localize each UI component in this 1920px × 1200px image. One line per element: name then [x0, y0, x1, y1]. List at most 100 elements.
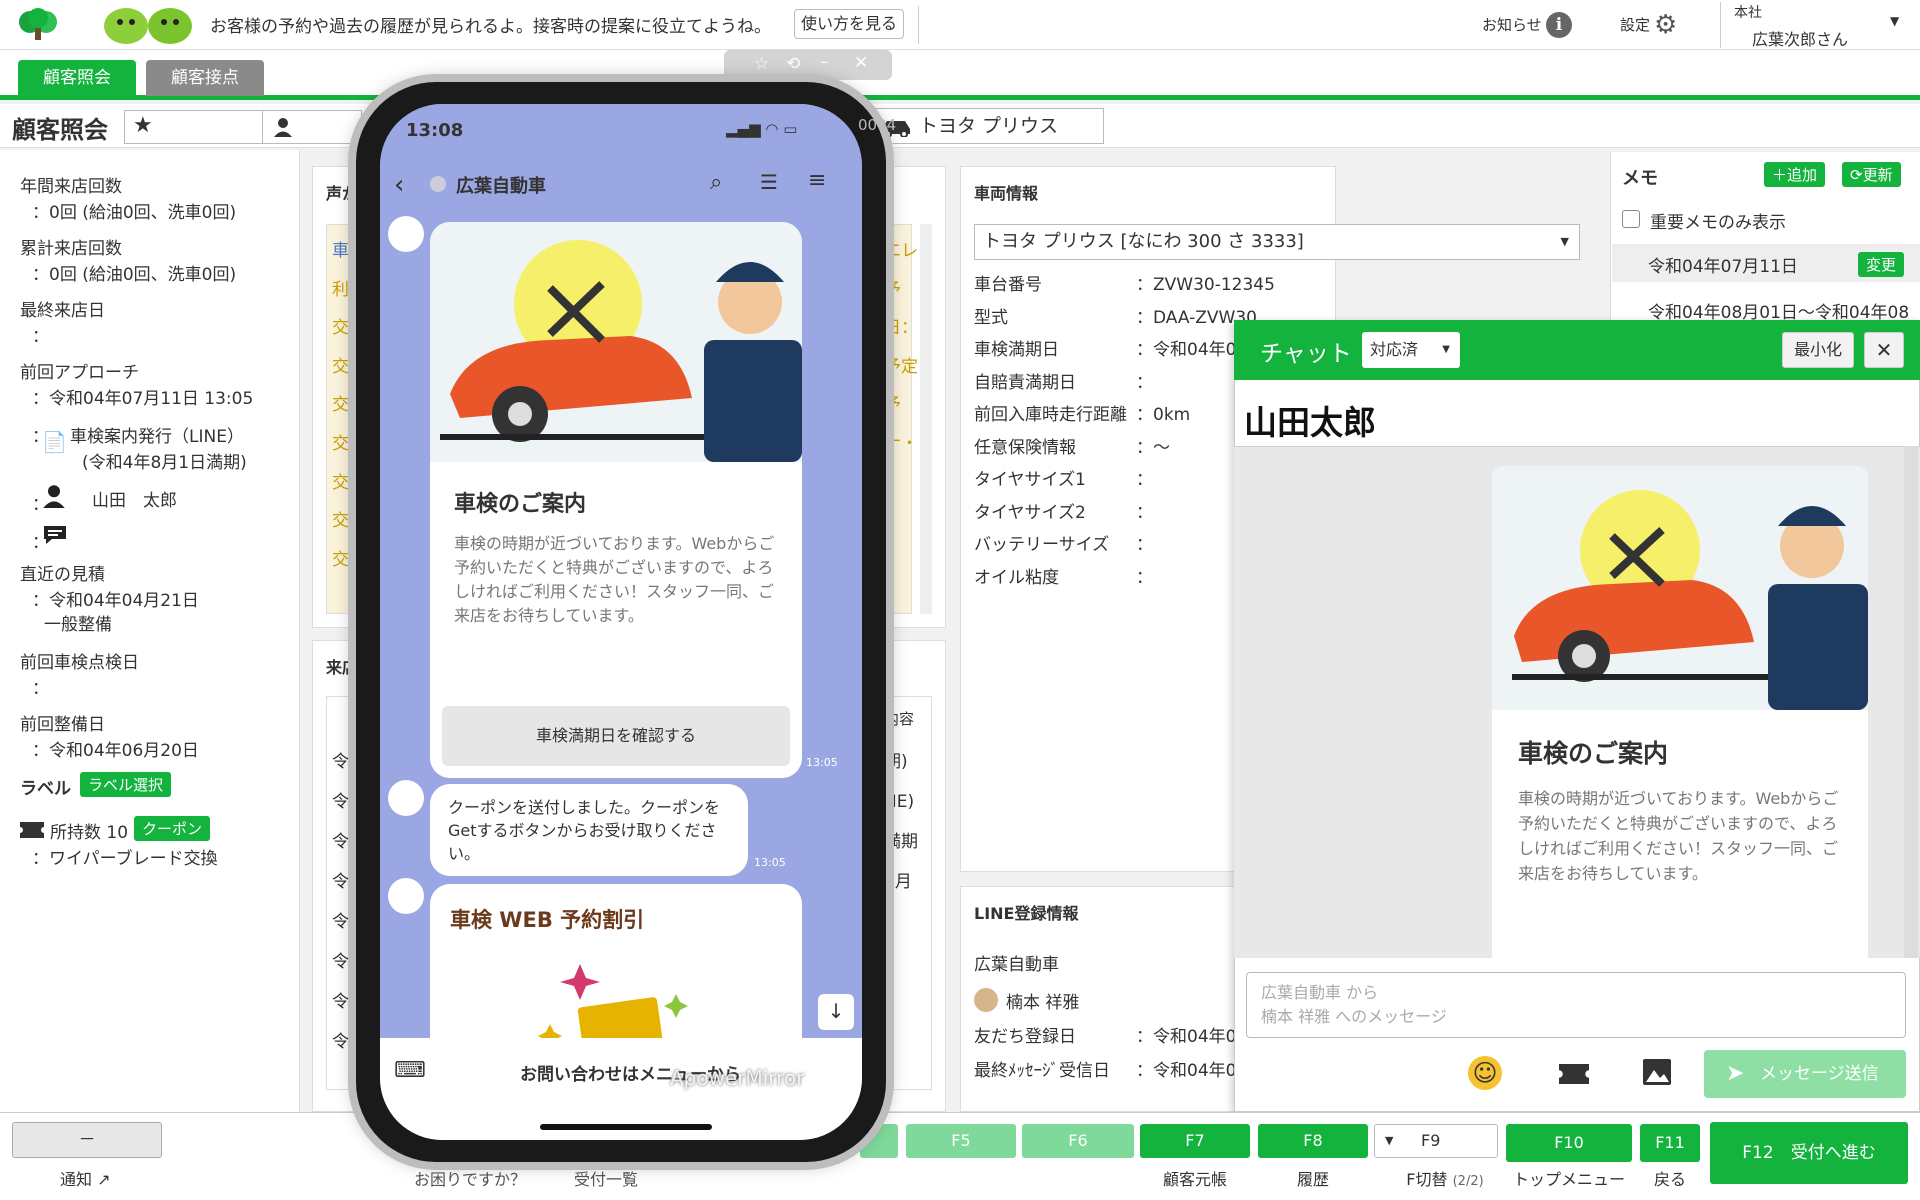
menu-icon[interactable]: ≡ [808, 168, 826, 193]
estimate-type: 一般整備 [44, 615, 112, 635]
minimize-button[interactable]: 最小化 [1782, 332, 1854, 368]
send-icon: ➤ [1726, 1061, 1745, 1086]
message-input[interactable]: 広葉自動車 から 楠本 祥雅 へのメッセージ [1246, 972, 1906, 1038]
f10-key[interactable]: F10 [1506, 1124, 1632, 1162]
car-selector[interactable]: トヨタ プリウス [868, 108, 1104, 144]
tab-customer-inquiry[interactable]: 顧客照会 [18, 60, 136, 96]
last-visit-label: 最終来店日 [20, 301, 105, 321]
cell: 予定 [884, 356, 918, 377]
collapse-button[interactable]: － [12, 1122, 162, 1158]
table-row[interactable]: 令 [332, 942, 349, 982]
table-row[interactable]: 令 [332, 742, 349, 782]
user-name[interactable]: 広葉次郎さん [1752, 26, 1848, 50]
gear-icon[interactable]: ⚙ [1654, 12, 1677, 38]
favorite-box[interactable]: ★ [124, 110, 264, 144]
pin-icon[interactable]: ☆ [754, 54, 769, 74]
close-button[interactable]: ✕ [1864, 332, 1904, 368]
table-row[interactable]: 令 [332, 982, 349, 1022]
vehicle-select[interactable]: トヨタ プリウス [なにわ 300 さ 3333] ▼ [974, 224, 1580, 260]
external-link-icon: ↗ [97, 1170, 111, 1189]
f6-key[interactable]: F6 [1022, 1124, 1134, 1158]
coupon-message: クーポンを送付しました。クーポンをGetするボタンからお受け取りください。 [430, 784, 748, 876]
refresh-label: 更新 [1862, 166, 1893, 184]
chevron-down-icon: ▼ [1442, 344, 1450, 355]
status-select[interactable]: 対応済 ▼ [1362, 332, 1460, 368]
important-label: 重要メモのみ表示 [1650, 213, 1786, 233]
keyboard-icon[interactable]: ⌨ [394, 1058, 426, 1083]
help-link[interactable]: お困りですか？ [414, 1166, 526, 1190]
customer-box[interactable] [262, 110, 362, 144]
important-checkbox[interactable] [1622, 210, 1640, 228]
reception-list-link[interactable]: 受付一覧 [574, 1166, 638, 1190]
table-row[interactable]: 令 [332, 902, 349, 942]
minimize-icon[interactable]: – [820, 52, 829, 72]
line-staff: 楠本 祥雅 [1006, 993, 1080, 1013]
placeholder-line: 楠本 祥雅 へのメッセージ [1261, 1007, 1447, 1026]
status-value: 対応済 [1370, 340, 1419, 359]
cell: 交 [332, 356, 349, 377]
f12-key[interactable]: F12 受付へ進む [1710, 1122, 1908, 1184]
check-expiry-button[interactable]: 車検満期日を確認する [442, 706, 790, 766]
search-icon[interactable]: ⌕ [710, 170, 722, 195]
chat-title: チャット [1260, 341, 1352, 367]
phone-card[interactable]: 車検のご案内 車検の時期が近づいております。Webからご予約いただくと特典がござ… [430, 222, 802, 778]
f8-key[interactable]: F8 [1258, 1124, 1368, 1158]
phone-card-body: 車検の時期が近づいております。Webからご予約いただくと特典がございますので、よ… [454, 534, 775, 625]
tab-customer-contact[interactable]: 顧客接点 [146, 60, 264, 96]
chevron-down-icon[interactable]: ▼ [1890, 14, 1899, 28]
scroll-down-icon[interactable]: ↓ [818, 994, 854, 1030]
chat-card-body: 車検の時期が近づいております。Webからご予約いただくと特典がございますので、よ… [1518, 789, 1839, 883]
info-icon[interactable]: i [1546, 12, 1572, 38]
coupon-icon[interactable] [1558, 1064, 1590, 1084]
cell: 満期 [884, 832, 918, 852]
coupon-button[interactable]: クーポン [134, 816, 211, 841]
notice-link[interactable]: お知らせ [1482, 14, 1542, 35]
scrollbar[interactable] [920, 224, 932, 614]
visit-list-text: 令 令 令 令 令 令 令 令 [332, 742, 349, 1062]
memo-date: 令和04年07月11日 [1648, 257, 1798, 277]
settings-link[interactable]: 設定 [1620, 14, 1650, 35]
howto-button[interactable]: 使い方を見る [794, 9, 904, 39]
add-label: 追加 [1787, 166, 1818, 184]
label-select-button[interactable]: ラベル選択 [80, 772, 172, 797]
table-row[interactable]: 令 [332, 822, 349, 862]
close-icon: ✕ [1875, 338, 1893, 362]
mascot-image [104, 8, 192, 44]
estimate-label: 直近の見積 [20, 565, 105, 585]
send-button[interactable]: ➤ メッセージ送信 [1704, 1050, 1906, 1098]
send-label: メッセージ送信 [1760, 1064, 1879, 1084]
mechanic-illustration [430, 222, 802, 462]
vehicle-row-label: バッテリーサイズ [974, 535, 1110, 555]
table-row[interactable]: 令 [332, 782, 349, 822]
notice-button[interactable]: 通知 ↗ [60, 1166, 111, 1190]
back-icon[interactable]: ‹ [394, 170, 404, 200]
company-logo[interactable] [14, 8, 62, 42]
table-row[interactable]: 令 [332, 862, 349, 902]
phone-screen[interactable]: 13:08 ▂▄▆ ◠ ▭ ‹ 広葉自動車 ⌕ ☰ ≡ 車検のご案内 車検の時期… [380, 104, 862, 1140]
f7-key[interactable]: F7 [1140, 1124, 1250, 1158]
memo-add-button[interactable]: ＋追加 [1764, 162, 1826, 187]
emoji-icon[interactable]: ☺ [1468, 1056, 1502, 1090]
vehicle-row-label: 型式 [974, 307, 1008, 328]
close-icon[interactable]: ✕ [854, 53, 868, 73]
chat-card[interactable]: 車検のご案内 車検の時期が近づいております。Webからご予約いただくと特典がござ… [1492, 466, 1868, 958]
memo-change-button[interactable]: 変更 [1858, 252, 1905, 277]
rotate-icon[interactable]: ⟲ [786, 54, 800, 74]
image-icon[interactable] [1642, 1058, 1672, 1086]
message-time: 13:05 [754, 856, 786, 869]
f5-key[interactable]: F5 [906, 1124, 1016, 1158]
f11-key[interactable]: F11 [1640, 1124, 1700, 1162]
f9-key[interactable]: ▼ F9 [1374, 1124, 1498, 1158]
memo-refresh-button[interactable]: ⟳更新 [1842, 162, 1901, 187]
coupon-item: ：ワイパーブレード交換 [32, 849, 218, 869]
placeholder-line: 広葉自動車 から [1261, 983, 1379, 1002]
scrollbar[interactable] [1904, 446, 1918, 958]
notes-icon[interactable]: ☰ [760, 170, 778, 194]
total-visits-value: ：0回 (給油0回、洗車0回) [32, 265, 237, 285]
inspection-value: ： [32, 679, 49, 699]
cell: 車 [332, 241, 349, 261]
cell: NE) [884, 792, 915, 812]
phone-card-title: 車検のご案内 [454, 492, 587, 517]
table-row[interactable]: 令 [332, 1022, 349, 1062]
message-time: 13:05 [806, 756, 838, 769]
